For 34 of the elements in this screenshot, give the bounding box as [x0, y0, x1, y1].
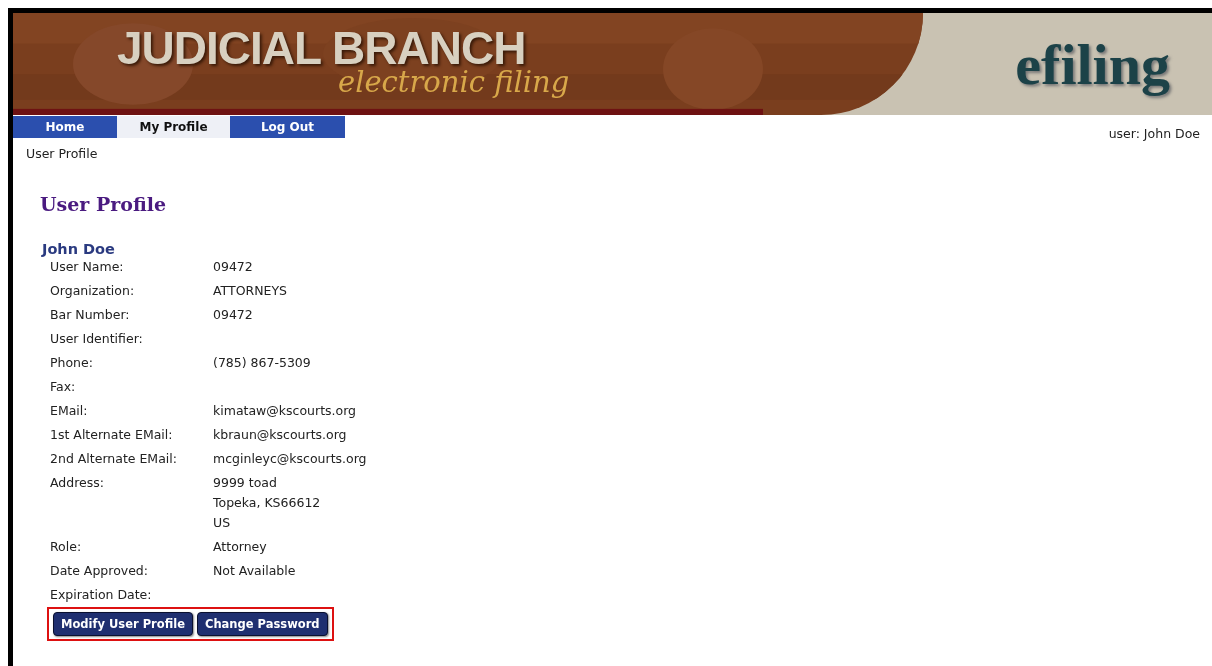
- field-value: 09472: [213, 306, 254, 324]
- user-label: user: John Doe: [1108, 125, 1201, 141]
- field-label: Organization:: [50, 282, 136, 300]
- field-label: Phone:: [50, 354, 94, 372]
- nav-tab[interactable]: Home: [13, 116, 117, 138]
- field-value: Attorney: [213, 538, 268, 556]
- profile-name: John Doe: [42, 241, 116, 257]
- field-label: User Identifier:: [50, 330, 144, 348]
- field-value: Not Available: [213, 562, 297, 580]
- action-button[interactable]: Modify User Profile: [53, 612, 193, 636]
- field-label: Fax:: [50, 378, 77, 396]
- page-heading: User Profile: [40, 193, 168, 215]
- field-value: kimataw@kscourts.org: [213, 402, 358, 420]
- field-label: Expiration Date:: [50, 586, 153, 604]
- field-label: 1st Alternate EMail:: [50, 426, 174, 444]
- field-label: User Name:: [50, 258, 125, 276]
- field-value: 9999 toad Topeka, KS66612 US: [213, 474, 322, 532]
- field-label: Address:: [50, 474, 105, 492]
- efiling-logo: efiling: [1014, 30, 1171, 99]
- nav-tab[interactable]: Log Out: [230, 116, 345, 138]
- nav-tab[interactable]: My Profile: [117, 116, 230, 138]
- field-label: 2nd Alternate EMail:: [50, 450, 178, 468]
- field-value: mcginleyc@kscourts.org: [213, 450, 368, 468]
- banner-subtitle: electronic filing: [338, 65, 570, 99]
- field-label: Date Approved:: [50, 562, 150, 580]
- field-label: Bar Number:: [50, 306, 131, 324]
- field-value: kbraun@kscourts.org: [213, 426, 348, 444]
- breadcrumb: User Profile: [26, 146, 99, 161]
- field-label: Role:: [50, 538, 83, 556]
- field-value: (785) 867-5309: [213, 354, 312, 372]
- field-value: ATTORNEYS: [213, 282, 288, 300]
- action-button[interactable]: Change Password: [196, 612, 328, 636]
- field-label: EMail:: [50, 402, 89, 420]
- field-value: 09472: [213, 258, 254, 276]
